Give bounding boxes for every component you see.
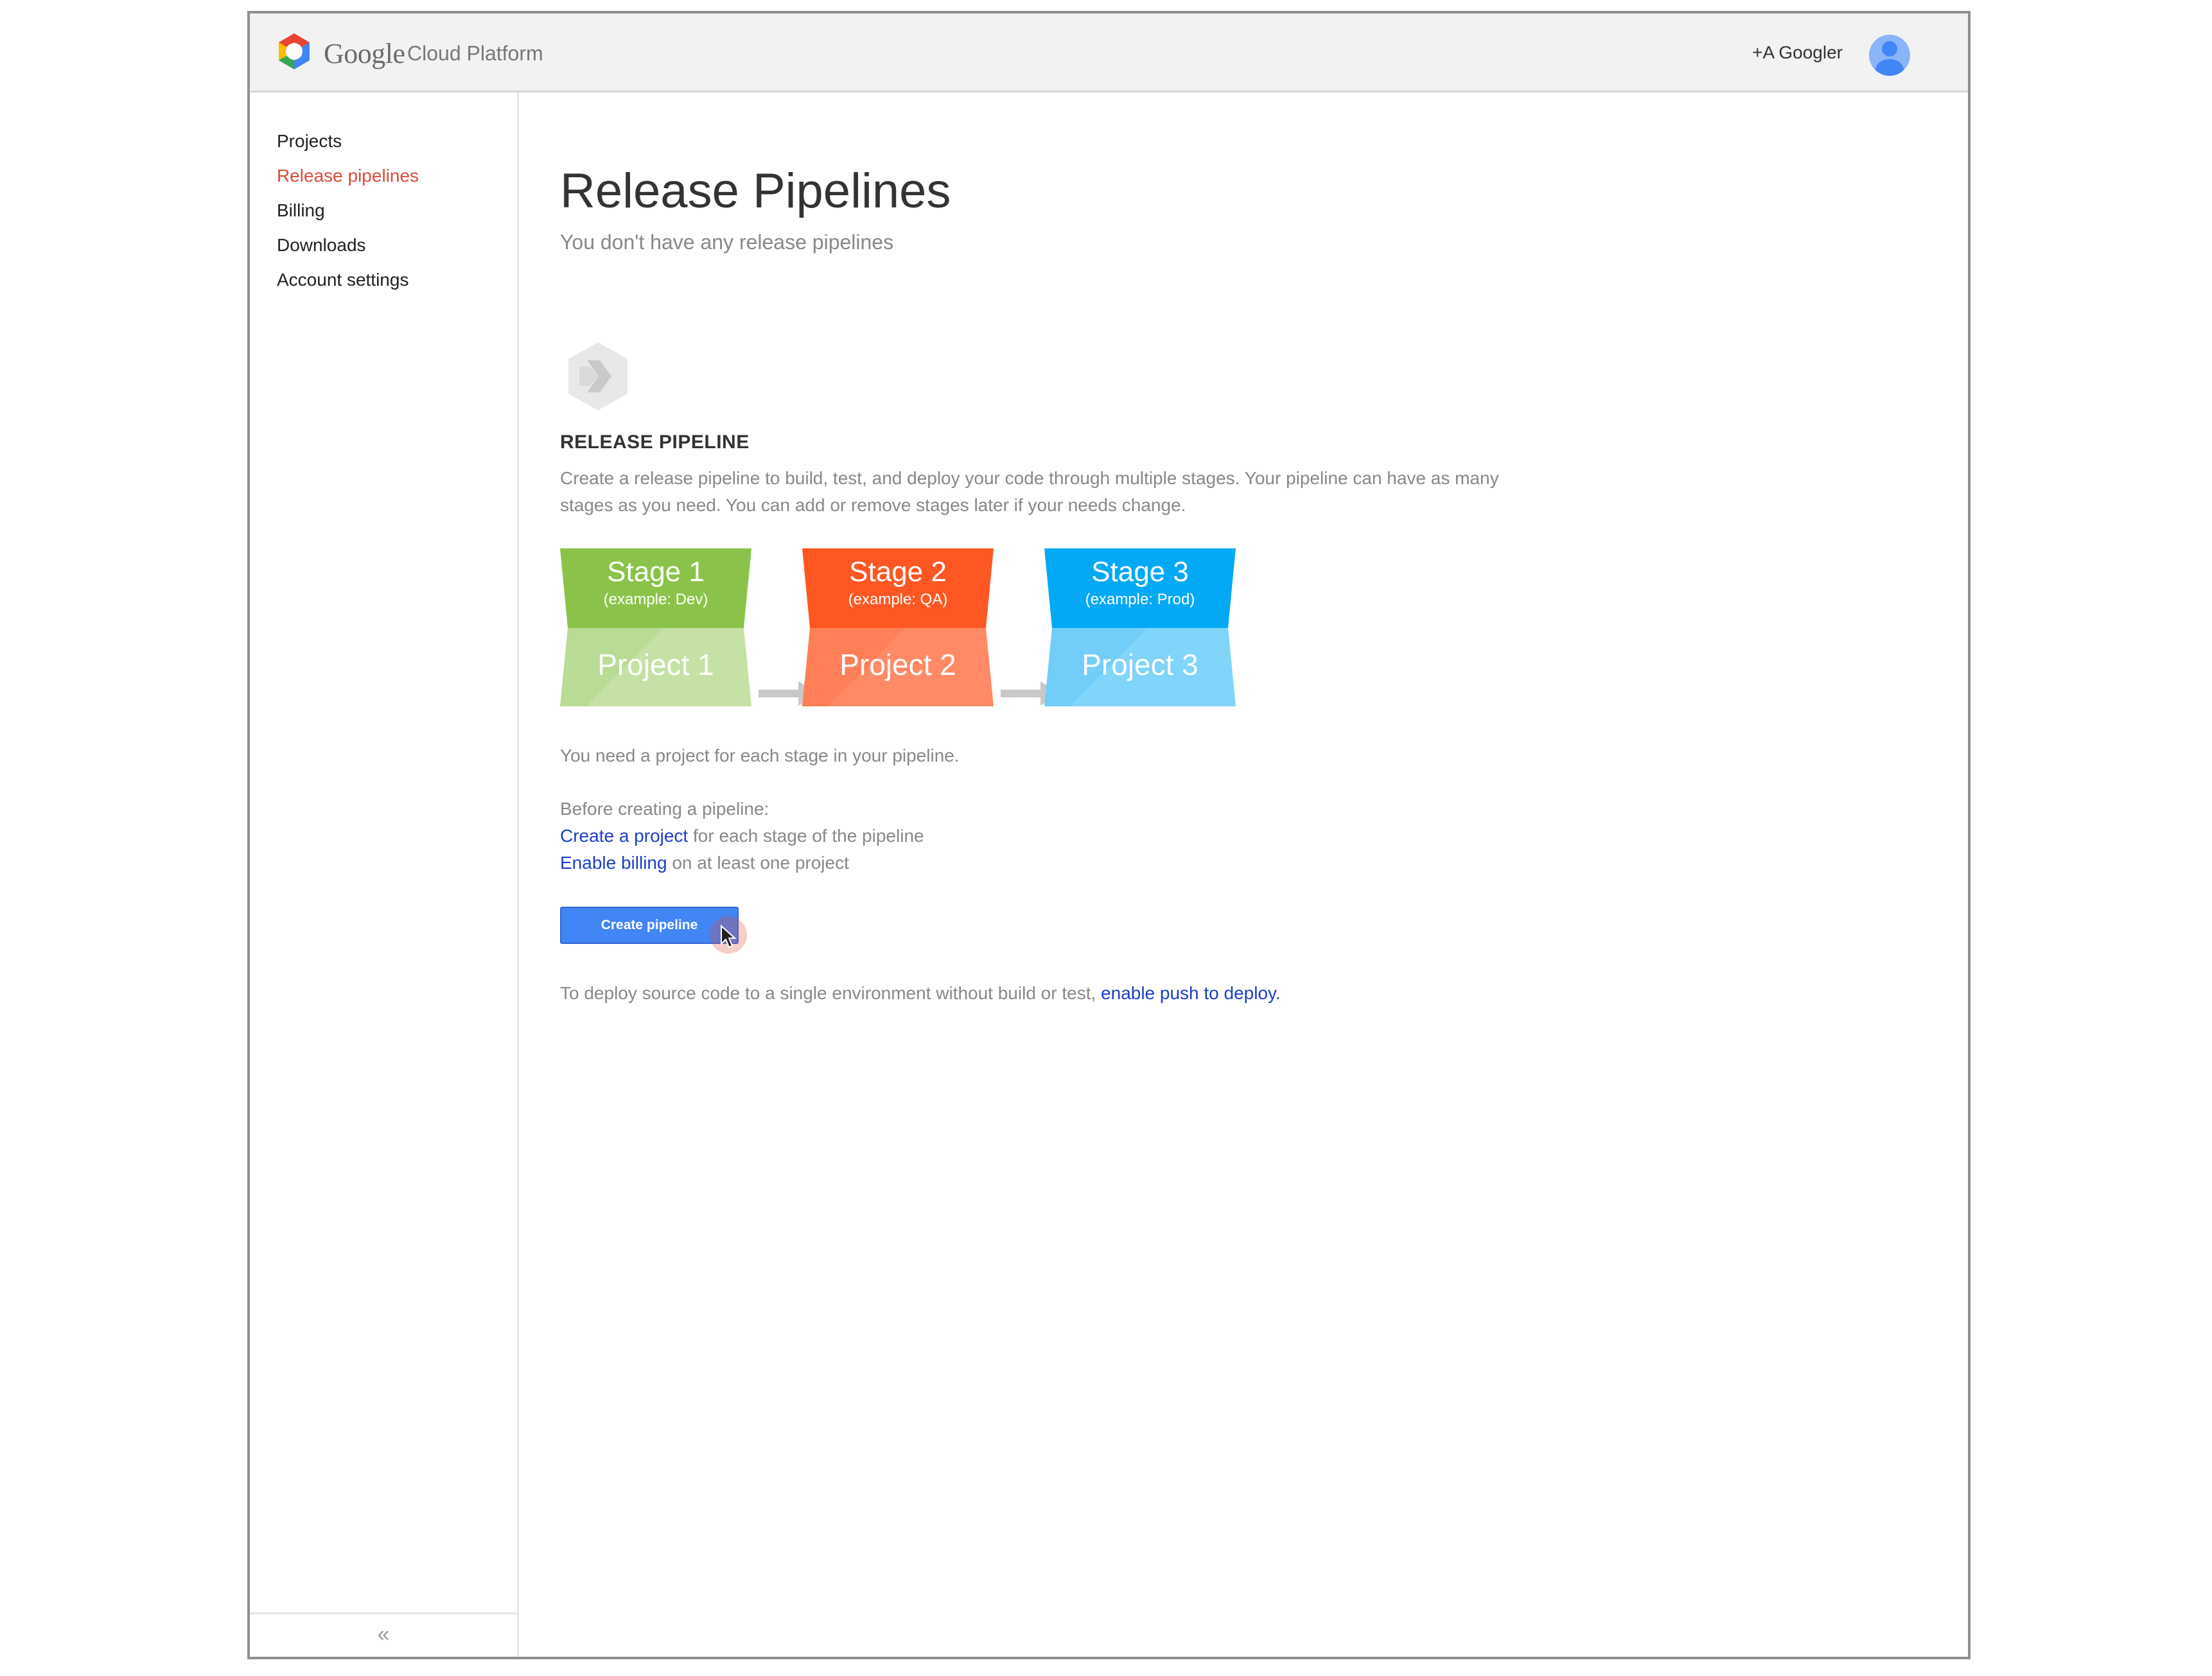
pipeline-description: Create a release pipeline to build, test… bbox=[560, 468, 1499, 515]
step-text: for each stage of the pipeline bbox=[688, 826, 924, 846]
before-heading: Before creating a pipeline: bbox=[560, 799, 769, 819]
avatar[interactable] bbox=[1869, 35, 1910, 76]
sidebar-item-release-pipelines[interactable]: Release pipelines bbox=[277, 166, 419, 186]
stage-example: (example: Prod) bbox=[1085, 591, 1195, 608]
collapse-sidebar-button[interactable]: « bbox=[250, 1612, 517, 1657]
release-pipeline-icon bbox=[568, 342, 628, 410]
page-title: Release Pipelines bbox=[560, 164, 951, 218]
stage-project: Project 3 bbox=[1082, 648, 1198, 681]
section-heading: RELEASE PIPELINE bbox=[560, 432, 750, 453]
push-to-deploy-text: To deploy source code to a single enviro… bbox=[560, 983, 1281, 1004]
product-name: Cloud Platform bbox=[407, 42, 543, 65]
google-logo-text: Google bbox=[324, 38, 405, 69]
sidebar-item-billing[interactable]: Billing bbox=[277, 200, 325, 221]
main-content: Release Pipelines You don't have any rel… bbox=[519, 92, 1968, 1657]
stage-name: Stage 1 bbox=[607, 556, 705, 588]
sidebar-item-projects[interactable]: Projects bbox=[277, 131, 342, 152]
avatar-body-icon bbox=[1875, 59, 1904, 76]
create-project-link[interactable]: Create a project bbox=[560, 826, 688, 846]
page-subtitle: You don't have any release pipelines bbox=[560, 231, 894, 254]
avatar-head-icon bbox=[1882, 41, 1897, 57]
footer-text: To deploy source code to a single enviro… bbox=[560, 983, 1102, 1003]
stage-name: Stage 2 bbox=[849, 556, 947, 588]
step-enable-billing: Enable billing on at least one project bbox=[560, 853, 849, 873]
stage-card-2: Stage 2 (example: QA) Project 2 bbox=[802, 548, 994, 706]
sidebar-item-downloads[interactable]: Downloads bbox=[277, 235, 366, 256]
stage-example: (example: QA) bbox=[848, 591, 948, 608]
stage-project: Project 2 bbox=[839, 648, 956, 681]
stage-example: (example: Dev) bbox=[603, 591, 708, 608]
enable-push-to-deploy-link[interactable]: enable push to deploy. bbox=[1101, 983, 1281, 1003]
sidebar: Projects Release pipelines Billing Downl… bbox=[250, 92, 519, 1657]
app-window: Google Cloud Platform +A Googler Project… bbox=[247, 11, 1971, 1659]
stage-project: Project 1 bbox=[597, 648, 714, 681]
enable-billing-link[interactable]: Enable billing bbox=[560, 853, 667, 873]
top-bar: Google Cloud Platform +A Googler bbox=[250, 13, 1968, 92]
stage-card-3: Stage 3 (example: Prod) Project 3 bbox=[1044, 548, 1236, 706]
cloud-platform-logo-icon bbox=[279, 33, 310, 69]
step-create-project: Create a project for each stage of the p… bbox=[560, 826, 924, 846]
stage-card-1: Stage 1 (example: Dev) Project 1 bbox=[560, 548, 751, 706]
sidebar-item-account-settings[interactable]: Account settings bbox=[277, 270, 408, 290]
step-text: on at least one project bbox=[667, 853, 849, 873]
need-project-text: You need a project for each stage in you… bbox=[560, 746, 960, 765]
user-name-link[interactable]: +A Googler bbox=[1752, 42, 1843, 63]
stage-name: Stage 3 bbox=[1091, 556, 1189, 588]
mouse-cursor-icon bbox=[721, 925, 737, 948]
